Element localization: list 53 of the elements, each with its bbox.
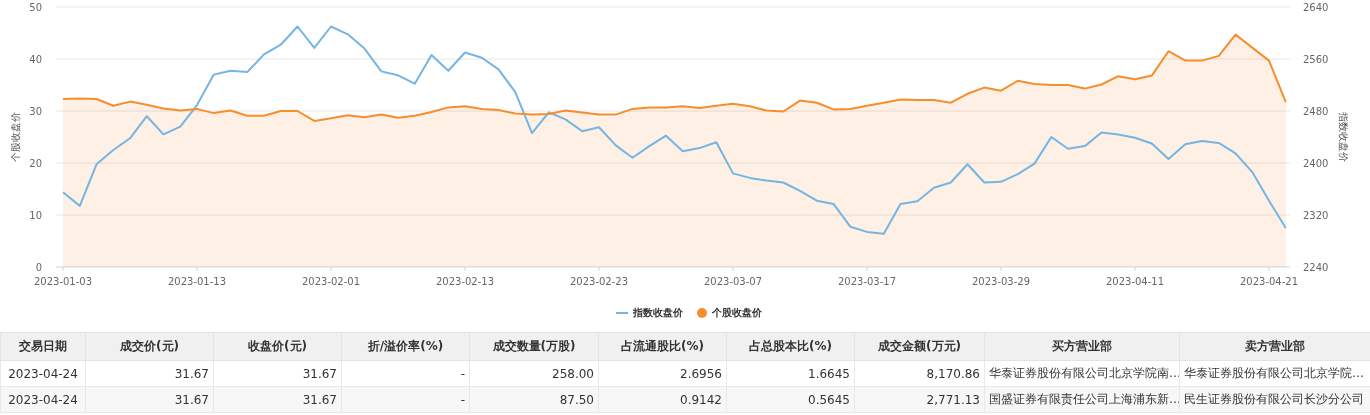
table-cell: 258.00 [469, 360, 599, 387]
axis-label: 2400 [1303, 158, 1329, 169]
table-cell: 0.5645 [726, 386, 855, 413]
column-header: 成交数量(万股) [469, 332, 599, 361]
table-cell: 1.6645 [726, 360, 855, 387]
axis-label: 30 [29, 106, 42, 117]
table-cell: 2023-04-24 [0, 360, 86, 387]
axis-label: 2023-02-23 [569, 276, 629, 287]
axis-label: 2023-04-21 [1239, 276, 1299, 287]
axis-label: 50 [29, 2, 42, 13]
column-header: 成交价(元) [85, 332, 214, 361]
table-cell: 2,771.13 [854, 386, 985, 413]
column-header: 收盘价(元) [213, 332, 342, 361]
axis-label: 2480 [1303, 106, 1329, 117]
axis-label: 2640 [1303, 2, 1329, 13]
table-cell: 8,170.86 [854, 360, 985, 387]
axis-label: 2023-01-13 [167, 276, 227, 287]
axis-title: 个股收盘价 [10, 112, 21, 162]
table-cell: 民生证券股份有限公司长沙分公司 [1179, 386, 1370, 413]
axis-label: 10 [29, 210, 42, 221]
axis-label: 40 [29, 54, 42, 65]
column-header: 占流通股比(%) [598, 332, 727, 361]
column-header: 买方营业部 [984, 332, 1180, 361]
legend-item[interactable]: 个股收盘价 [697, 306, 762, 320]
table-cell: 31.67 [213, 360, 342, 387]
column-header: 折/溢价率(%) [341, 332, 470, 361]
column-header: 成交金额(万元) [854, 332, 985, 361]
axis-label: 20 [29, 158, 42, 169]
axis-label: 2023-02-01 [301, 276, 361, 287]
legend-item[interactable]: 指数收盘价 [616, 306, 683, 320]
table-cell: - [341, 386, 470, 413]
table-cell: - [341, 360, 470, 387]
table-cell: 31.67 [213, 386, 342, 413]
axis-label: 2023-02-13 [435, 276, 495, 287]
axis-label: 2023-03-07 [703, 276, 763, 287]
axis-label: 2023-04-11 [1105, 276, 1165, 287]
table-cell: 2023-04-24 [0, 386, 86, 413]
table-cell: 2.6956 [598, 360, 727, 387]
table-cell: 87.50 [469, 386, 599, 413]
table-cell: 31.67 [85, 386, 214, 413]
axis-label: 2023-03-17 [837, 276, 897, 287]
column-header: 交易日期 [0, 332, 86, 361]
column-header: 卖方营业部 [1179, 332, 1370, 361]
axis-title: 指数收盘价 [1338, 112, 1349, 162]
axis-label: 2320 [1303, 210, 1329, 221]
table-cell: 0.9142 [598, 386, 727, 413]
axis-label: 2023-01-03 [33, 276, 93, 287]
axis-label: 0 [35, 262, 42, 273]
axis-label: 2240 [1303, 262, 1329, 273]
table-cell: 31.67 [85, 360, 214, 387]
axis-label: 2023-03-29 [971, 276, 1031, 287]
axis-label: 2560 [1303, 54, 1329, 65]
column-header: 占总股本比(%) [726, 332, 855, 361]
